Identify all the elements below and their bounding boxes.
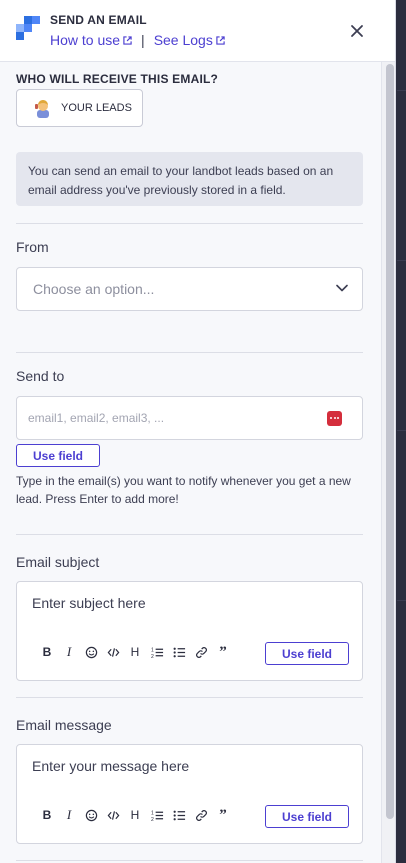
italic-icon[interactable]: I bbox=[58, 644, 80, 660]
svg-text:1: 1 bbox=[151, 647, 154, 653]
subject-label: Email subject bbox=[16, 554, 100, 570]
panel-header: SEND AN EMAIL How to use | See Logs bbox=[0, 0, 395, 62]
subject-toolbar: B I H 12 ” bbox=[36, 644, 234, 660]
see-logs-link[interactable]: See Logs bbox=[154, 32, 225, 48]
heading-icon[interactable]: H bbox=[124, 807, 146, 823]
divider bbox=[16, 860, 363, 861]
bold-icon[interactable]: B bbox=[36, 644, 58, 660]
bullet-list-icon[interactable] bbox=[168, 807, 190, 823]
message-use-field-button[interactable]: Use field bbox=[265, 805, 349, 828]
send-to-help-text: Type in the email(s) you want to notify … bbox=[16, 474, 351, 506]
how-to-use-label: How to use bbox=[50, 32, 121, 48]
how-to-use-link[interactable]: How to use bbox=[50, 32, 132, 48]
see-logs-label: See Logs bbox=[153, 32, 213, 48]
message-editor[interactable]: Enter your message here B I H 12 ” Use f… bbox=[16, 744, 363, 844]
divider bbox=[16, 534, 363, 535]
quote-icon[interactable]: ” bbox=[212, 807, 234, 823]
info-box: You can send an email to your landbot le… bbox=[16, 152, 363, 206]
divider bbox=[16, 223, 363, 224]
italic-icon[interactable]: I bbox=[58, 807, 80, 823]
message-toolbar: B I H 12 ” bbox=[36, 807, 234, 823]
send-to-placeholder: email1, email2, email3, ... bbox=[28, 411, 165, 425]
subject-editor[interactable]: Enter subject here B I H 12 ” Use field bbox=[16, 581, 363, 681]
bold-icon[interactable]: B bbox=[36, 807, 58, 823]
divider bbox=[16, 697, 363, 698]
your-leads-button[interactable]: YOUR LEADS bbox=[16, 89, 143, 127]
link-icon[interactable] bbox=[190, 807, 212, 823]
numbered-list-icon[interactable]: 12 bbox=[146, 807, 168, 823]
background-canvas bbox=[397, 0, 406, 863]
external-link-icon bbox=[216, 35, 225, 45]
from-label: From bbox=[16, 239, 49, 255]
chevron-down-icon bbox=[336, 284, 348, 292]
panel-body: WHO WILL RECEIVE THIS EMAIL? YOUR LEADS … bbox=[0, 62, 380, 863]
external-link-icon bbox=[123, 35, 132, 45]
send-email-panel: SEND AN EMAIL How to use | See Logs WHO … bbox=[0, 0, 396, 863]
send-to-input[interactable]: email1, email2, email3, ... bbox=[16, 396, 363, 440]
heading-icon[interactable]: H bbox=[124, 644, 146, 660]
message-placeholder: Enter your message here bbox=[32, 758, 190, 774]
message-label: Email message bbox=[16, 717, 112, 733]
subject-placeholder: Enter subject here bbox=[32, 595, 146, 611]
svg-text:2: 2 bbox=[151, 654, 154, 659]
scrollbar-thumb[interactable] bbox=[386, 64, 394, 819]
close-icon[interactable] bbox=[350, 24, 364, 38]
from-select-value: Choose an option... bbox=[33, 281, 155, 297]
code-icon[interactable] bbox=[102, 644, 124, 660]
divider bbox=[16, 352, 363, 353]
svg-text:2: 2 bbox=[151, 817, 154, 822]
recipients-label: WHO WILL RECEIVE THIS EMAIL? bbox=[16, 72, 219, 86]
send-to-use-field-button[interactable]: Use field bbox=[16, 444, 100, 467]
code-icon[interactable] bbox=[102, 807, 124, 823]
scrollbar[interactable] bbox=[381, 62, 395, 863]
subject-use-field-button[interactable]: Use field bbox=[265, 642, 349, 665]
link-separator: | bbox=[141, 32, 145, 48]
numbered-list-icon[interactable]: 12 bbox=[146, 644, 168, 660]
header-links: How to use | See Logs bbox=[50, 32, 225, 48]
send-to-label: Send to bbox=[16, 368, 65, 384]
quote-icon[interactable]: ” bbox=[212, 644, 234, 660]
link-icon[interactable] bbox=[190, 644, 212, 660]
emoji-icon[interactable] bbox=[80, 807, 102, 823]
password-manager-icon[interactable] bbox=[327, 411, 342, 426]
from-select[interactable]: Choose an option... bbox=[16, 267, 363, 311]
panel-title: SEND AN EMAIL bbox=[50, 13, 147, 27]
landbot-logo-icon bbox=[16, 16, 40, 40]
emoji-icon[interactable] bbox=[80, 644, 102, 660]
bullet-list-icon[interactable] bbox=[168, 644, 190, 660]
lead-avatar-icon bbox=[33, 98, 53, 118]
your-leads-label: YOUR LEADS bbox=[61, 102, 132, 114]
svg-text:1: 1 bbox=[151, 810, 154, 816]
